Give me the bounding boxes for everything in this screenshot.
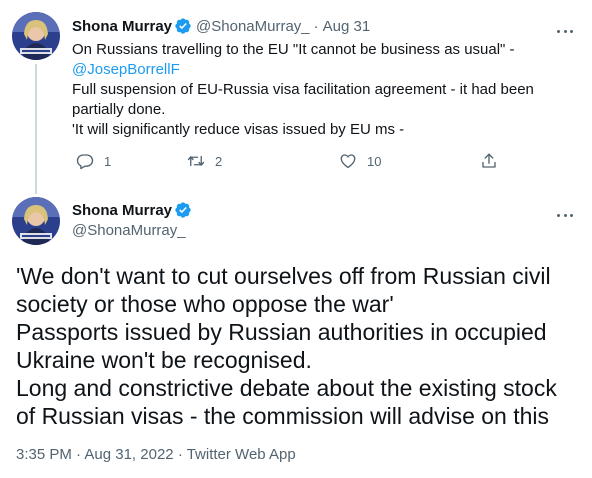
author-name[interactable]: Shona Murray: [72, 202, 172, 219]
separator: ·: [177, 446, 183, 463]
verified-badge-icon: [175, 202, 191, 218]
author-name[interactable]: Shona Murray: [72, 18, 172, 35]
avatar[interactable]: [12, 12, 60, 60]
author-handle[interactable]: @ShonaMurray_: [196, 18, 310, 35]
separator: ·: [313, 17, 319, 35]
tweet-header: Shona Murray @ShonaMurray_ · Aug 31: [72, 17, 370, 35]
avatar[interactable]: [12, 197, 60, 245]
more-options-icon[interactable]: [554, 206, 576, 224]
tweet-actions: 1 2 10: [72, 152, 502, 176]
retweet-icon: [187, 155, 205, 167]
more-options-icon[interactable]: [554, 22, 576, 40]
thread-line: [35, 64, 37, 194]
tweet-text-line: 'It will significantly reduce visas issu…: [72, 121, 405, 138]
tweet-text-line: Long and constrictive debate about the e…: [16, 375, 557, 429]
tweet-text-line: Full suspension of EU-Russia visa facili…: [72, 81, 534, 118]
author-handle[interactable]: @ShonaMurray_: [72, 222, 186, 239]
mention-link[interactable]: @JosepBorrellF: [72, 60, 572, 80]
retweet-count: 2: [215, 153, 223, 169]
tweet-text-line: 'We don't want to cut ourselves off from…: [16, 263, 551, 317]
like-count: 10: [367, 153, 382, 169]
tweet-header: Shona Murray: [72, 201, 192, 219]
tweet-time[interactable]: 3:35 PM: [16, 446, 72, 463]
reply-button[interactable]: 1: [76, 152, 111, 170]
reply-count: 1: [104, 153, 112, 169]
like-button[interactable]: 10: [339, 152, 381, 170]
separator: ·: [76, 446, 82, 463]
tweet-meta: 3:35 PM · Aug 31, 2022 · Twitter Web App: [16, 446, 296, 463]
tweet-text-line: On Russians travelling to the EU "It can…: [72, 41, 515, 58]
share-button[interactable]: [480, 152, 498, 170]
retweet-button[interactable]: 2: [187, 152, 222, 170]
share-icon: [482, 153, 496, 168]
tweet-text: 'We don't want to cut ourselves off from…: [16, 262, 581, 430]
tweet-full-date[interactable]: Aug 31, 2022: [84, 446, 173, 463]
heart-icon: [340, 154, 356, 169]
tweet-text: On Russians travelling to the EU "It can…: [72, 40, 572, 140]
reply-icon: [76, 154, 94, 170]
tweet-text-line: Passports issued by Russian authorities …: [16, 319, 547, 373]
tweet-date[interactable]: Aug 31: [323, 18, 371, 35]
tweet-source[interactable]: Twitter Web App: [187, 446, 296, 463]
verified-badge-icon: [175, 18, 191, 34]
